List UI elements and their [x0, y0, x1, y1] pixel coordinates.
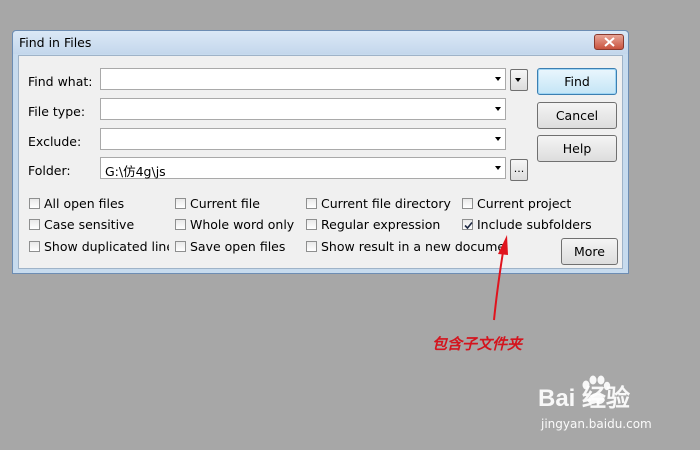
watermark-brand: Bai 经验	[538, 385, 631, 412]
annotation-label: 包含子文件夹	[432, 335, 523, 353]
watermark-url: jingyan.baidu.com	[541, 417, 652, 431]
